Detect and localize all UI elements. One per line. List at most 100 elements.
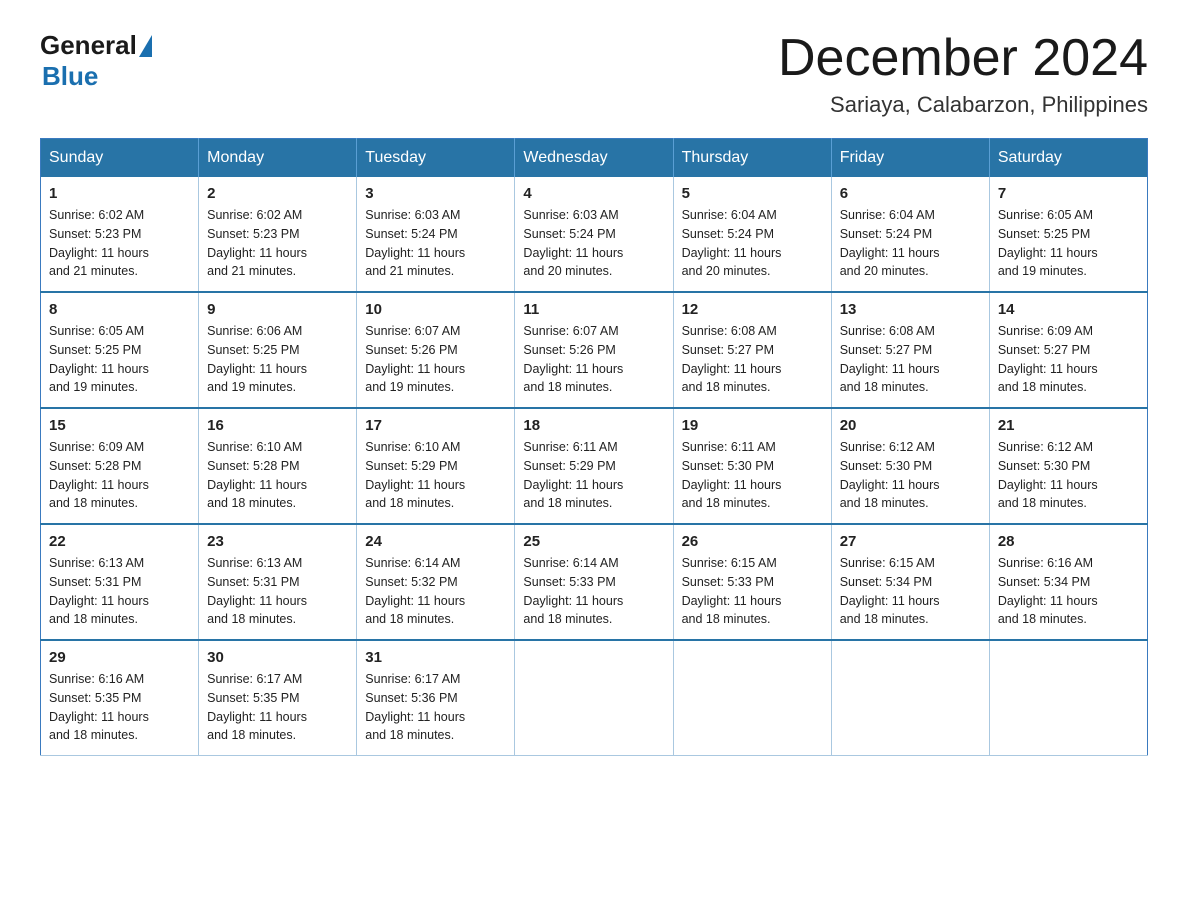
calendar-cell: 13 Sunrise: 6:08 AMSunset: 5:27 PMDaylig… [831,292,989,408]
calendar-week-row: 15 Sunrise: 6:09 AMSunset: 5:28 PMDaylig… [41,408,1148,524]
day-number: 25 [523,533,664,550]
calendar-cell: 17 Sunrise: 6:10 AMSunset: 5:29 PMDaylig… [357,408,515,524]
location-title: Sariaya, Calabarzon, Philippines [778,92,1148,118]
calendar-cell: 14 Sunrise: 6:09 AMSunset: 5:27 PMDaylig… [989,292,1147,408]
day-number: 22 [49,533,190,550]
weekday-header-thursday: Thursday [673,139,831,178]
day-number: 11 [523,301,664,318]
calendar-cell: 25 Sunrise: 6:14 AMSunset: 5:33 PMDaylig… [515,524,673,640]
weekday-header-wednesday: Wednesday [515,139,673,178]
weekday-header-row: SundayMondayTuesdayWednesdayThursdayFrid… [41,139,1148,178]
day-info: Sunrise: 6:10 AMSunset: 5:29 PMDaylight:… [365,438,506,513]
calendar-cell: 5 Sunrise: 6:04 AMSunset: 5:24 PMDayligh… [673,177,831,292]
day-number: 2 [207,185,348,202]
day-number: 9 [207,301,348,318]
calendar-week-row: 8 Sunrise: 6:05 AMSunset: 5:25 PMDayligh… [41,292,1148,408]
day-number: 29 [49,649,190,666]
day-info: Sunrise: 6:07 AMSunset: 5:26 PMDaylight:… [523,322,664,397]
day-info: Sunrise: 6:06 AMSunset: 5:25 PMDaylight:… [207,322,348,397]
day-info: Sunrise: 6:08 AMSunset: 5:27 PMDaylight:… [840,322,981,397]
weekday-header-monday: Monday [199,139,357,178]
day-number: 26 [682,533,823,550]
weekday-header-saturday: Saturday [989,139,1147,178]
day-info: Sunrise: 6:17 AMSunset: 5:35 PMDaylight:… [207,670,348,745]
calendar-cell [989,640,1147,756]
day-info: Sunrise: 6:14 AMSunset: 5:33 PMDaylight:… [523,554,664,629]
calendar-cell [515,640,673,756]
calendar-cell [831,640,989,756]
day-info: Sunrise: 6:04 AMSunset: 5:24 PMDaylight:… [682,206,823,281]
calendar-cell: 15 Sunrise: 6:09 AMSunset: 5:28 PMDaylig… [41,408,199,524]
calendar-cell: 12 Sunrise: 6:08 AMSunset: 5:27 PMDaylig… [673,292,831,408]
day-info: Sunrise: 6:04 AMSunset: 5:24 PMDaylight:… [840,206,981,281]
day-number: 8 [49,301,190,318]
day-number: 6 [840,185,981,202]
calendar-cell: 29 Sunrise: 6:16 AMSunset: 5:35 PMDaylig… [41,640,199,756]
day-info: Sunrise: 6:14 AMSunset: 5:32 PMDaylight:… [365,554,506,629]
day-info: Sunrise: 6:11 AMSunset: 5:30 PMDaylight:… [682,438,823,513]
day-number: 21 [998,417,1139,434]
calendar-cell: 16 Sunrise: 6:10 AMSunset: 5:28 PMDaylig… [199,408,357,524]
day-info: Sunrise: 6:16 AMSunset: 5:34 PMDaylight:… [998,554,1139,629]
day-number: 4 [523,185,664,202]
weekday-header-friday: Friday [831,139,989,178]
day-info: Sunrise: 6:15 AMSunset: 5:34 PMDaylight:… [840,554,981,629]
calendar-week-row: 22 Sunrise: 6:13 AMSunset: 5:31 PMDaylig… [41,524,1148,640]
day-number: 5 [682,185,823,202]
calendar-table: SundayMondayTuesdayWednesdayThursdayFrid… [40,138,1148,756]
day-number: 19 [682,417,823,434]
calendar-cell: 8 Sunrise: 6:05 AMSunset: 5:25 PMDayligh… [41,292,199,408]
logo-text-blue: Blue [42,61,98,92]
calendar-week-row: 1 Sunrise: 6:02 AMSunset: 5:23 PMDayligh… [41,177,1148,292]
day-info: Sunrise: 6:11 AMSunset: 5:29 PMDaylight:… [523,438,664,513]
weekday-header-sunday: Sunday [41,139,199,178]
day-info: Sunrise: 6:02 AMSunset: 5:23 PMDaylight:… [49,206,190,281]
calendar-cell: 4 Sunrise: 6:03 AMSunset: 5:24 PMDayligh… [515,177,673,292]
day-number: 13 [840,301,981,318]
day-info: Sunrise: 6:09 AMSunset: 5:28 PMDaylight:… [49,438,190,513]
day-number: 20 [840,417,981,434]
calendar-cell: 27 Sunrise: 6:15 AMSunset: 5:34 PMDaylig… [831,524,989,640]
logo: General Blue [40,30,152,92]
title-area: December 2024 Sariaya, Calabarzon, Phili… [778,30,1148,118]
day-info: Sunrise: 6:09 AMSunset: 5:27 PMDaylight:… [998,322,1139,397]
day-number: 17 [365,417,506,434]
calendar-cell: 1 Sunrise: 6:02 AMSunset: 5:23 PMDayligh… [41,177,199,292]
day-number: 1 [49,185,190,202]
calendar-cell: 3 Sunrise: 6:03 AMSunset: 5:24 PMDayligh… [357,177,515,292]
calendar-cell: 11 Sunrise: 6:07 AMSunset: 5:26 PMDaylig… [515,292,673,408]
day-info: Sunrise: 6:12 AMSunset: 5:30 PMDaylight:… [840,438,981,513]
day-info: Sunrise: 6:02 AMSunset: 5:23 PMDaylight:… [207,206,348,281]
calendar-cell: 30 Sunrise: 6:17 AMSunset: 5:35 PMDaylig… [199,640,357,756]
day-number: 14 [998,301,1139,318]
calendar-cell: 20 Sunrise: 6:12 AMSunset: 5:30 PMDaylig… [831,408,989,524]
day-number: 30 [207,649,348,666]
calendar-cell: 2 Sunrise: 6:02 AMSunset: 5:23 PMDayligh… [199,177,357,292]
day-info: Sunrise: 6:17 AMSunset: 5:36 PMDaylight:… [365,670,506,745]
day-info: Sunrise: 6:13 AMSunset: 5:31 PMDaylight:… [49,554,190,629]
calendar-cell [673,640,831,756]
logo-text-general: General [40,30,137,61]
day-number: 12 [682,301,823,318]
day-info: Sunrise: 6:03 AMSunset: 5:24 PMDaylight:… [365,206,506,281]
day-number: 18 [523,417,664,434]
month-title: December 2024 [778,30,1148,87]
day-number: 23 [207,533,348,550]
day-info: Sunrise: 6:16 AMSunset: 5:35 PMDaylight:… [49,670,190,745]
calendar-cell: 23 Sunrise: 6:13 AMSunset: 5:31 PMDaylig… [199,524,357,640]
day-info: Sunrise: 6:05 AMSunset: 5:25 PMDaylight:… [49,322,190,397]
day-info: Sunrise: 6:15 AMSunset: 5:33 PMDaylight:… [682,554,823,629]
calendar-cell: 18 Sunrise: 6:11 AMSunset: 5:29 PMDaylig… [515,408,673,524]
calendar-cell: 26 Sunrise: 6:15 AMSunset: 5:33 PMDaylig… [673,524,831,640]
day-number: 27 [840,533,981,550]
day-info: Sunrise: 6:08 AMSunset: 5:27 PMDaylight:… [682,322,823,397]
day-number: 10 [365,301,506,318]
day-info: Sunrise: 6:13 AMSunset: 5:31 PMDaylight:… [207,554,348,629]
calendar-cell: 10 Sunrise: 6:07 AMSunset: 5:26 PMDaylig… [357,292,515,408]
logo-triangle-icon [139,35,152,57]
calendar-cell: 31 Sunrise: 6:17 AMSunset: 5:36 PMDaylig… [357,640,515,756]
calendar-cell: 28 Sunrise: 6:16 AMSunset: 5:34 PMDaylig… [989,524,1147,640]
day-number: 28 [998,533,1139,550]
day-number: 15 [49,417,190,434]
day-number: 7 [998,185,1139,202]
